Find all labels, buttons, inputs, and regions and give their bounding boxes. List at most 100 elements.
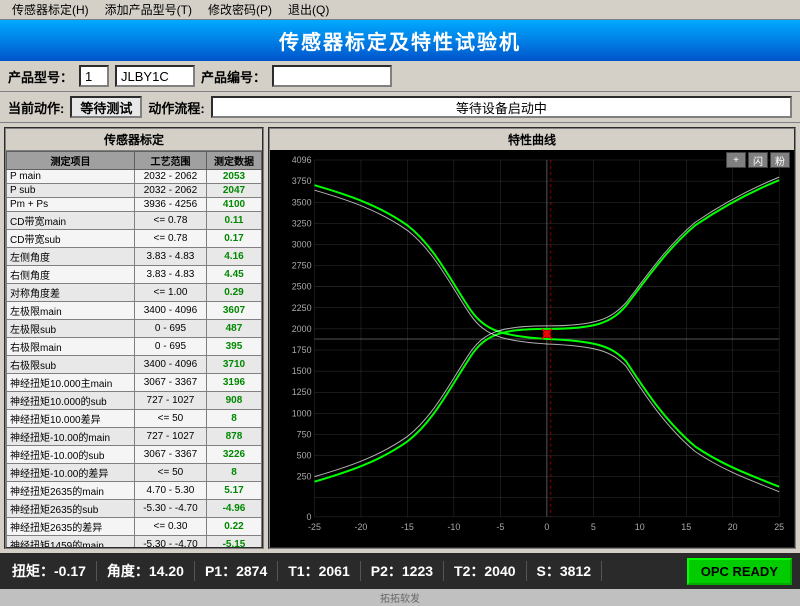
row-range: 4.70 - 5.30: [134, 482, 206, 500]
table-row: 神经扭矩10.000的sub727 - 1027908: [7, 392, 262, 410]
row-name: 神经扭矩-10.00的main: [7, 428, 135, 446]
menu-item-calibration[interactable]: 传感器标定(H): [4, 0, 97, 20]
svg-text:0: 0: [307, 512, 312, 522]
row-range: <= 50: [134, 410, 206, 428]
row-data: 4100: [206, 198, 261, 212]
row-data: 0.29: [206, 284, 261, 302]
row-range: -5.30 - -4.70: [134, 536, 206, 548]
table-row: 神经扭矩2635的main4.70 - 5.305.17: [7, 482, 262, 500]
chart-btn-plus[interactable]: +: [726, 152, 746, 168]
product-code-label: 产品编号：: [201, 67, 266, 86]
svg-text:2500: 2500: [292, 282, 312, 292]
statusbar: 扭矩：-0.17 角度：14.20 P1：2874 T1：2061 P2：122…: [0, 553, 800, 589]
svg-text:3000: 3000: [292, 239, 312, 249]
table-row: 右侧角度3.83 - 4.834.45: [7, 266, 262, 284]
p2-display: P2：1223: [361, 561, 444, 581]
row-name: 神经扭矩10.000差异: [7, 410, 135, 428]
row-name: 神经扭矩2635的main: [7, 482, 135, 500]
svg-text:-10: -10: [447, 522, 460, 532]
menu-item-add-product[interactable]: 添加产品型号(T): [97, 0, 200, 20]
row-range: 3067 - 3367: [134, 446, 206, 464]
row-data: 4.16: [206, 248, 261, 266]
chart-btn-flash[interactable]: 闪: [748, 152, 768, 168]
menubar: 传感器标定(H) 添加产品型号(T) 修改密码(P) 退出(Q): [0, 0, 800, 20]
opc-status: OPC READY: [687, 558, 792, 585]
action-flow-box: 等待设备启动中: [211, 96, 792, 118]
chart-area: + 闪 粉: [270, 150, 794, 547]
table-row: Pm + Ps3936 - 42564100: [7, 198, 262, 212]
table-row: 神经扭矩1459的main-5.30 - -4.70-5.15: [7, 536, 262, 548]
table-row: 神经扭矩2635的sub-5.30 - -4.70-4.96: [7, 500, 262, 518]
left-panel-title: 传感器标定: [6, 129, 262, 151]
svg-text:25: 25: [774, 522, 784, 532]
table-row: CD带宽sub<= 0.780.17: [7, 230, 262, 248]
sensor-table: 测定项目 工艺范围 测定数据 P main2032 - 20622053P su…: [6, 151, 262, 547]
chart-btn-pink[interactable]: 粉: [770, 152, 790, 168]
col-header-name: 测定项目: [7, 152, 135, 170]
table-row: 神经扭矩2635的差异<= 0.300.22: [7, 518, 262, 536]
row-data: 487: [206, 320, 261, 338]
svg-text:-25: -25: [308, 522, 321, 532]
col-header-range: 工艺范围: [134, 152, 206, 170]
svg-text:750: 750: [297, 429, 312, 439]
row-name: 神经扭矩2635的sub: [7, 500, 135, 518]
menu-item-change-password[interactable]: 修改密码(P): [200, 0, 280, 20]
table-row: 神经扭矩-10.00的main727 - 1027878: [7, 428, 262, 446]
row-data: 3196: [206, 374, 261, 392]
table-row: 神经扭矩-10.00的差异<= 508: [7, 464, 262, 482]
row-name: 对称角度差: [7, 284, 135, 302]
row-name: 右极限sub: [7, 356, 135, 374]
row-range: 3936 - 4256: [134, 198, 206, 212]
row-data: 2053: [206, 170, 261, 184]
row-data: 5.17: [206, 482, 261, 500]
infobar: 产品型号： 产品编号：: [0, 61, 800, 92]
row-range: 3067 - 3367: [134, 374, 206, 392]
row-name: P sub: [7, 184, 135, 198]
footer-label: 拓拓软发: [0, 589, 800, 606]
product-type-label: 产品型号：: [8, 67, 73, 86]
table-row: 神经扭矩-10.00的sub3067 - 33673226: [7, 446, 262, 464]
table-row: CD带宽main<= 0.780.11: [7, 212, 262, 230]
current-action-box: 等待测试: [70, 96, 142, 118]
table-row: 神经扭矩10.000差异<= 508: [7, 410, 262, 428]
t2-display: T2：2040: [444, 561, 527, 581]
row-data: 3607: [206, 302, 261, 320]
characteristic-chart: 4096 3750 3500 3250 3000 2750 2500 2250 …: [270, 150, 794, 547]
row-name: 左极限main: [7, 302, 135, 320]
row-data: 4.45: [206, 266, 261, 284]
svg-text:4096: 4096: [292, 155, 312, 165]
col-header-data: 测定数据: [206, 152, 261, 170]
row-name: 右极限main: [7, 338, 135, 356]
row-name: 神经扭矩10.000主main: [7, 374, 135, 392]
torque-display: 扭矩：-0.17: [8, 561, 97, 581]
row-range: 727 - 1027: [134, 392, 206, 410]
svg-text:1500: 1500: [292, 366, 312, 376]
row-name: 神经扭矩-10.00的sub: [7, 446, 135, 464]
svg-text:250: 250: [297, 472, 312, 482]
row-name: 右侧角度: [7, 266, 135, 284]
current-action-label: 当前动作:: [8, 98, 64, 117]
model-input[interactable]: [115, 65, 195, 87]
right-panel-title: 特性曲线: [270, 129, 794, 150]
svg-text:1000: 1000: [292, 408, 312, 418]
row-range: 727 - 1027: [134, 428, 206, 446]
svg-text:15: 15: [681, 522, 691, 532]
row-range: 0 - 695: [134, 338, 206, 356]
menu-item-quit[interactable]: 退出(Q): [280, 0, 337, 20]
row-range: 3.83 - 4.83: [134, 248, 206, 266]
product-num-input[interactable]: [79, 65, 109, 87]
svg-text:1250: 1250: [292, 387, 312, 397]
right-panel: 特性曲线 + 闪 粉: [268, 127, 796, 549]
row-data: -4.96: [206, 500, 261, 518]
main-content: 传感器标定 测定项目 工艺范围 测定数据 P main2032 - 206220…: [0, 123, 800, 553]
row-range: 0 - 695: [134, 320, 206, 338]
svg-text:0: 0: [544, 522, 549, 532]
row-data: 395: [206, 338, 261, 356]
row-range: <= 1.00: [134, 284, 206, 302]
svg-text:3250: 3250: [292, 218, 312, 228]
table-row: P main2032 - 20622053: [7, 170, 262, 184]
row-name: P main: [7, 170, 135, 184]
row-name: 神经扭矩-10.00的差异: [7, 464, 135, 482]
table-row: 左极限sub0 - 695487: [7, 320, 262, 338]
product-code-input[interactable]: [272, 65, 392, 87]
